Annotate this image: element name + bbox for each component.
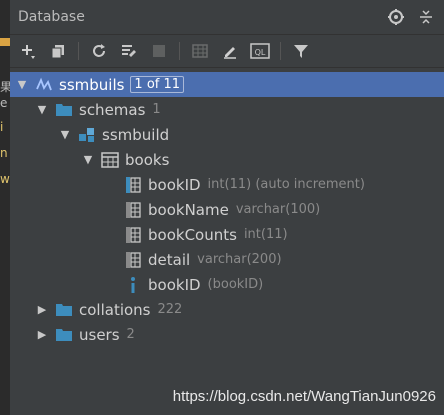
index-icon xyxy=(124,276,142,294)
column-type: varchar(200) xyxy=(197,252,282,267)
editor-marker xyxy=(0,38,10,46)
editor-gutter-strip: 果 e i n w xyxy=(0,0,10,415)
column-type: int(11) (auto increment) xyxy=(207,177,365,192)
schema-icon xyxy=(78,126,96,144)
console-icon[interactable]: QL xyxy=(248,39,272,63)
refresh-icon[interactable] xyxy=(87,39,111,63)
schema-name: ssmbuild xyxy=(102,125,170,144)
editor-text-fragment: e xyxy=(0,96,8,110)
editor-text-fragment: i xyxy=(0,120,4,134)
tree-node-users[interactable]: ▶ users 2 xyxy=(10,322,444,347)
users-label: users xyxy=(79,325,120,344)
table-icon xyxy=(101,151,119,169)
tree-node-column[interactable]: detail varchar(200) xyxy=(10,247,444,272)
toolbar-separator xyxy=(280,42,281,60)
tree-node-schemas[interactable]: ▼ schemas 1 xyxy=(10,97,444,122)
stop-icon[interactable] xyxy=(147,39,171,63)
collapse-icon[interactable] xyxy=(414,5,438,29)
panel-header: Database xyxy=(10,0,444,35)
filter-icon[interactable] xyxy=(289,39,313,63)
column-type: int(11) xyxy=(243,227,288,242)
database-toolbar: QL xyxy=(10,35,444,68)
tree-node-column[interactable]: bookCounts int(11) xyxy=(10,222,444,247)
editor-text-fragment: 果 xyxy=(0,80,10,94)
tree-node-datasource[interactable]: ▼ ssmbuils 1 of 11 xyxy=(10,72,444,97)
expand-arrow-icon[interactable]: ▼ xyxy=(15,78,29,92)
duplicate-icon[interactable] xyxy=(46,39,70,63)
gear-icon[interactable] xyxy=(384,5,408,29)
column-icon xyxy=(124,251,142,269)
schemas-label: schemas xyxy=(79,100,146,119)
column-name: bookCounts xyxy=(148,225,237,244)
edit-icon[interactable] xyxy=(218,39,242,63)
toolbar-separator xyxy=(179,42,180,60)
column-icon xyxy=(124,226,142,244)
column-type: varchar(100) xyxy=(235,202,321,217)
expand-arrow-icon[interactable]: ▼ xyxy=(81,153,95,167)
tree-node-collations[interactable]: ▶ collations 222 xyxy=(10,297,444,322)
index-detail: (bookID) xyxy=(207,277,264,292)
editor-text-fragment: w xyxy=(0,172,10,186)
tree-node-table[interactable]: ▼ books xyxy=(10,147,444,172)
collations-count: 222 xyxy=(157,302,183,317)
datasource-icon xyxy=(35,76,53,94)
schema-count-badge[interactable]: 1 of 11 xyxy=(130,76,185,93)
database-tree: ▼ ssmbuils 1 of 11 ▼ schemas 1 ▼ ssmbuil… xyxy=(10,70,444,415)
expand-arrow-icon[interactable]: ▼ xyxy=(58,128,72,142)
panel-title: Database xyxy=(18,9,85,25)
column-name: detail xyxy=(148,250,191,269)
folder-icon xyxy=(55,101,73,119)
properties-icon[interactable] xyxy=(117,39,141,63)
tree-node-index[interactable]: bookID (bookID) xyxy=(10,272,444,297)
column-name: bookID xyxy=(148,175,201,194)
users-count: 2 xyxy=(126,327,135,342)
collapsed-arrow-icon[interactable]: ▶ xyxy=(35,303,49,317)
toolbar-separator xyxy=(78,42,79,60)
console-icon-label: QL xyxy=(255,48,266,57)
expand-arrow-icon[interactable]: ▼ xyxy=(35,103,49,117)
collations-label: collations xyxy=(79,300,151,319)
watermark-text: https://blog.csdn.net/WangTianJun0926 xyxy=(172,388,436,405)
key-column-icon xyxy=(124,176,142,194)
schemas-count: 1 xyxy=(152,102,161,117)
table-icon[interactable] xyxy=(188,39,212,63)
collapsed-arrow-icon[interactable]: ▶ xyxy=(35,328,49,342)
index-name: bookID xyxy=(148,275,201,294)
tree-node-schema[interactable]: ▼ ssmbuild xyxy=(10,122,444,147)
column-icon xyxy=(124,201,142,219)
table-name: books xyxy=(125,150,170,169)
datasource-name: ssmbuils xyxy=(59,75,125,94)
column-name: bookName xyxy=(148,200,229,219)
folder-icon xyxy=(55,301,73,319)
tree-node-column[interactable]: bookName varchar(100) xyxy=(10,197,444,222)
add-icon[interactable] xyxy=(16,39,40,63)
tree-node-column[interactable]: bookID int(11) (auto increment) xyxy=(10,172,444,197)
folder-icon xyxy=(55,326,73,344)
editor-text-fragment: n xyxy=(0,146,8,160)
